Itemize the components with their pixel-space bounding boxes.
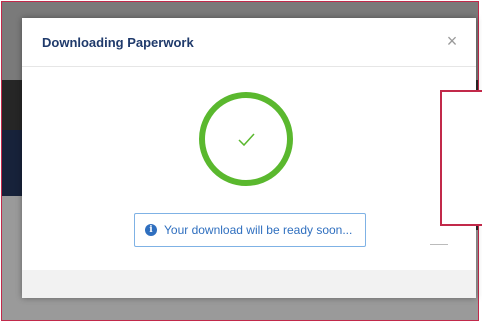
info-icon: i <box>145 224 157 236</box>
close-button[interactable]: × <box>442 31 462 51</box>
check-circle-icon <box>199 92 293 186</box>
modal-title: Downloading Paperwork <box>42 35 194 50</box>
modal-footer <box>22 270 476 298</box>
info-message: Your download will be ready soon... <box>164 223 353 237</box>
divider <box>430 244 448 245</box>
modal-header: Downloading Paperwork × <box>22 18 476 67</box>
info-message-box: i Your download will be ready soon... <box>134 213 366 247</box>
highlight-box <box>440 90 482 226</box>
download-modal: Downloading Paperwork × i Your download … <box>22 18 476 298</box>
close-icon: × <box>446 31 458 51</box>
